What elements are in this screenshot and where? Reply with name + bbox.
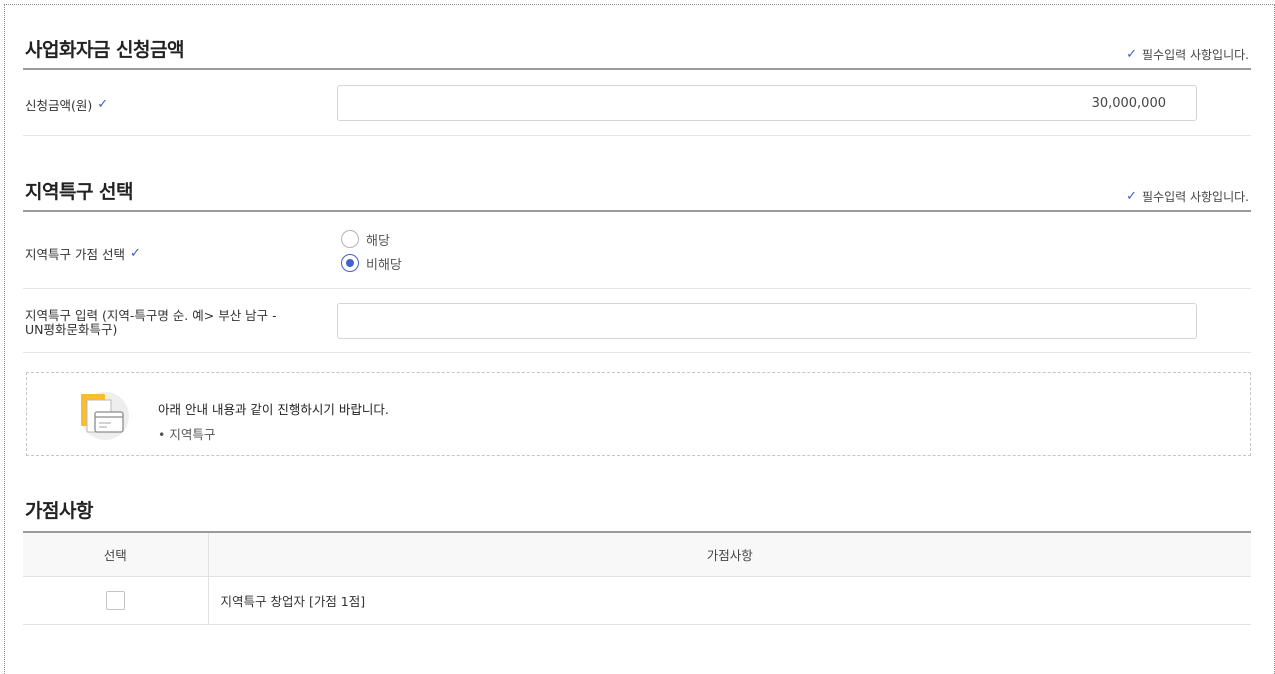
- region-section-title: 지역특구 선택: [25, 181, 134, 203]
- required-note: ✓ 필수입력 사항입니다.: [1126, 188, 1249, 205]
- table-row: 지역특구 창업자 [가점 1점]: [23, 576, 1251, 625]
- region-input-row: 지역특구 입력 (지역-특구명 순. 예> 부산 남구 - UN평화문화특구): [23, 289, 1251, 353]
- notice-box: 아래 안내 내용과 같이 진행하시기 바랍니다. • 지역특구: [26, 372, 1251, 456]
- notice-main-text: 아래 안내 내용과 같이 진행하시기 바랍니다.: [158, 402, 389, 417]
- radio-label: 비해당: [366, 257, 402, 273]
- checkmark-icon: ✓: [1126, 47, 1137, 62]
- bonus-checkbox[interactable]: [105, 590, 125, 610]
- notice-item: • 지역특구: [158, 427, 216, 442]
- required-checkmark-icon: ✓: [97, 97, 109, 112]
- amount-label-text: 신청금액(원): [25, 98, 93, 113]
- region-select-row: 지역특구 가점 선택 ✓ 해당 비해당: [23, 213, 1251, 289]
- amount-input[interactable]: [337, 85, 1197, 121]
- funding-section-header: 사업화자금 신청금액 ✓ 필수입력 사항입니다.: [23, 35, 1251, 70]
- region-radio-group: 해당 비해당: [341, 227, 402, 275]
- document-card-icon: [81, 392, 129, 440]
- select-cell: [23, 576, 209, 625]
- bonus-section-title: 가점사항: [25, 500, 93, 522]
- required-checkmark-icon: ✓: [129, 246, 141, 261]
- required-note: ✓ 필수입력 사항입니다.: [1126, 46, 1249, 63]
- amount-label: 신청금액(원) ✓: [25, 95, 108, 114]
- region-select-label: 지역특구 가점 선택 ✓: [25, 244, 141, 263]
- region-input-label-line2: UN평화문화특구): [25, 322, 118, 337]
- amount-row: 신청금액(원) ✓: [23, 71, 1251, 136]
- column-header-bonus: 가점사항: [208, 531, 1251, 577]
- radio-option-not-applicable[interactable]: 비해당: [341, 251, 402, 275]
- bonus-table: 선택 가점사항 지역특구 창업자 [가점 1점]: [23, 531, 1251, 625]
- region-input-label: 지역특구 입력 (지역-특구명 순. 예> 부산 남구 - UN평화문화특구): [25, 309, 277, 337]
- radio-button-selected[interactable]: [341, 254, 359, 272]
- checkmark-icon: ✓: [1126, 189, 1137, 204]
- region-select-label-text: 지역특구 가점 선택: [25, 247, 125, 262]
- region-input-label-line1: 지역특구 입력 (지역-특구명 순. 예> 부산 남구 -: [25, 308, 277, 323]
- bonus-item-label: 지역특구 창업자 [가점 1점]: [208, 576, 1251, 625]
- table-header-row: 선택 가점사항: [23, 531, 1251, 577]
- region-section-header: 지역특구 선택 ✓ 필수입력 사항입니다.: [23, 177, 1251, 212]
- column-header-select: 선택: [23, 531, 209, 577]
- radio-button[interactable]: [341, 230, 359, 248]
- region-input[interactable]: [337, 303, 1197, 339]
- required-note-text: 필수입력 사항입니다.: [1142, 190, 1249, 204]
- required-note-text: 필수입력 사항입니다.: [1142, 48, 1249, 62]
- funding-section-title: 사업화자금 신청금액: [25, 39, 184, 61]
- radio-option-applicable[interactable]: 해당: [341, 227, 402, 251]
- radio-label: 해당: [366, 233, 390, 249]
